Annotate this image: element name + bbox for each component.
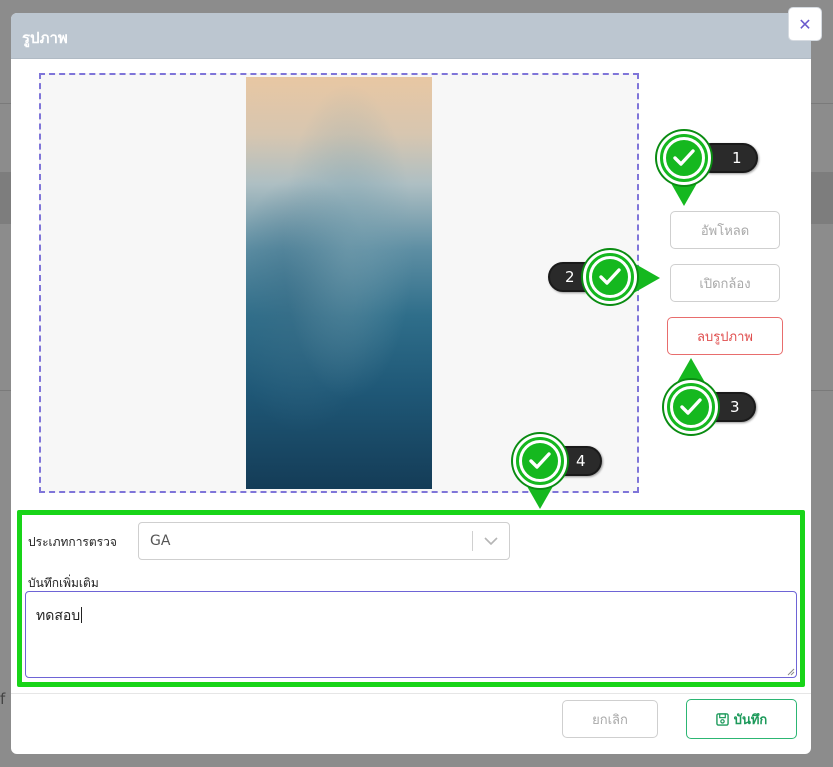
delete-image-button[interactable]: ลบรูปภาพ — [667, 317, 783, 355]
exam-type-select[interactable]: GA — [138, 522, 510, 560]
chevron-down-icon[interactable] — [482, 534, 500, 548]
exam-type-value: GA — [150, 533, 171, 549]
background-text-fragment: f — [0, 690, 6, 708]
note-text: ทดสอบ — [36, 608, 81, 624]
save-label: บันทึก — [733, 711, 768, 727]
close-icon: ✕ — [798, 14, 812, 34]
cancel-button[interactable]: ยกเลิก — [562, 700, 658, 738]
exam-type-label: ประเภทการตรวจ — [28, 535, 117, 549]
open-camera-button[interactable]: เปิดกล้อง — [670, 264, 780, 302]
callout-1-check — [657, 131, 711, 185]
check-icon — [599, 268, 621, 285]
callout-4-check — [513, 434, 567, 488]
callout-3-number: 3 — [730, 398, 740, 416]
close-button[interactable]: ✕ — [788, 7, 822, 41]
footer-divider — [11, 693, 811, 694]
resize-grip-icon[interactable] — [787, 668, 795, 676]
modal-header: รูปภาพ — [11, 13, 811, 59]
upload-button[interactable]: อัพโหลด — [670, 211, 780, 249]
note-textarea[interactable]: ทดสอบ — [25, 591, 797, 678]
text-caret — [81, 607, 83, 623]
floppy-disk-icon — [715, 712, 729, 726]
callout-3-check — [664, 380, 718, 434]
uploaded-photo — [246, 77, 432, 489]
check-icon — [529, 452, 551, 469]
callout-4-number: 4 — [576, 452, 586, 470]
select-separator — [472, 531, 473, 551]
check-icon — [680, 398, 702, 415]
check-icon — [673, 149, 695, 166]
callout-2-number: 2 — [565, 268, 575, 286]
modal-title: รูปภาพ — [22, 29, 68, 47]
callout-2-check — [583, 250, 637, 304]
save-button[interactable]: บันทึก — [686, 699, 797, 739]
callout-1-number: 1 — [732, 149, 742, 167]
